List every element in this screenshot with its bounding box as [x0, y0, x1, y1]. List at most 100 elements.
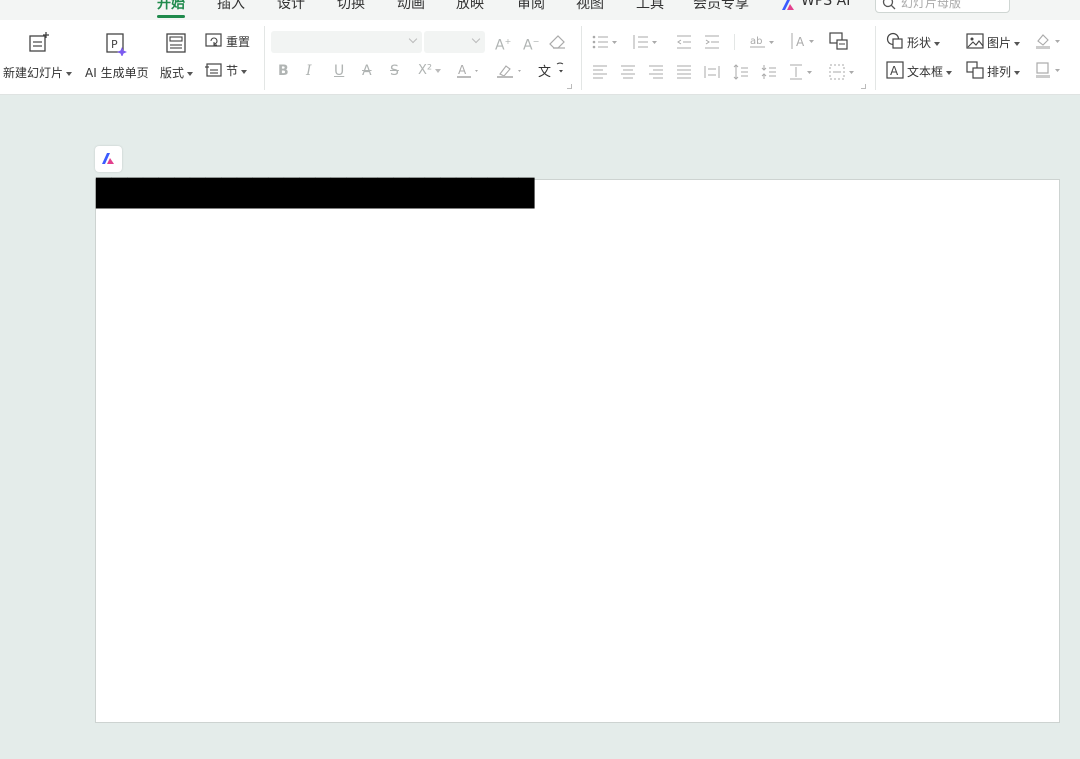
textbox-icon: A [886, 61, 904, 79]
new-slide-label: 新建幻灯片 [3, 66, 64, 80]
chevron-down-icon [1014, 41, 1021, 46]
strikethrough-button[interactable]: A [362, 63, 372, 79]
svg-text:文: 文 [538, 65, 551, 80]
svg-text:A: A [890, 64, 899, 78]
arrange-icon [966, 61, 984, 79]
text-box-margins-icon [829, 64, 854, 80]
fill-button[interactable] [1035, 32, 1067, 52]
outline-button[interactable] [1035, 61, 1067, 81]
align-center-icon[interactable] [620, 65, 636, 79]
picture-icon [966, 33, 984, 49]
outline-icon [1036, 62, 1060, 78]
slide-canvas[interactable]: ████████████████████████████ [95, 179, 1060, 723]
tab-member[interactable]: 会员专享 [693, 0, 749, 13]
text-box-margins-button[interactable] [829, 64, 859, 80]
tab-tools[interactable]: 工具 [636, 0, 664, 13]
ai-single-page-button[interactable]: P AI 生成单页 [84, 28, 154, 88]
reset-button[interactable]: 重置 [205, 32, 255, 52]
bold-button[interactable]: B [278, 63, 289, 79]
highlight-button[interactable] [497, 63, 525, 79]
tab-design[interactable]: 设计 [277, 0, 305, 13]
ai-assistant-button[interactable] [95, 146, 122, 172]
underline-button[interactable]: U [334, 63, 344, 79]
tab-review[interactable]: 审阅 [517, 0, 545, 13]
chevron-down-icon [934, 41, 941, 46]
spacing-options-icon [790, 64, 812, 80]
ai-single-page-label: AI 生成单页 [85, 66, 149, 80]
ribbon-divider [264, 26, 265, 90]
section-icon [205, 63, 222, 77]
chevron-down-icon [1014, 70, 1021, 75]
slide-title-placeholder[interactable]: ████████████████████████████ [96, 180, 534, 209]
chevron-down-icon [241, 69, 248, 74]
font-color-icon: A [457, 63, 478, 78]
textbox-button[interactable]: A 文本框 [886, 61, 958, 81]
distribute-icon[interactable] [704, 65, 720, 79]
clear-format-icon[interactable] [549, 34, 567, 50]
section-button[interactable]: 节 [205, 61, 255, 81]
line-spacing-icon[interactable] [733, 64, 749, 80]
search-icon [882, 0, 896, 10]
active-tab-indicator [157, 15, 185, 18]
svg-text:ab: ab [750, 36, 762, 47]
paragraph-spacing-icon[interactable] [761, 64, 777, 80]
numbered-list-button[interactable] [632, 34, 662, 50]
shape-label: 形状 [907, 36, 932, 50]
layout-button[interactable]: 版式 [158, 28, 196, 88]
new-slide-button[interactable]: 新建幻灯片 [0, 28, 78, 88]
bullet-list-button[interactable] [592, 34, 622, 50]
text-align-vertical-button[interactable]: A [789, 32, 819, 50]
tab-insert[interactable]: 插入 [217, 0, 245, 13]
italic-button[interactable]: I [306, 63, 312, 79]
font-family-combo[interactable] [271, 31, 422, 53]
increase-indent-icon[interactable] [704, 34, 720, 50]
paragraph-dialog-launcher[interactable] [861, 84, 866, 89]
shape-button[interactable]: 形状 [886, 32, 946, 52]
svg-text:A: A [796, 35, 805, 49]
arrange-label: 排列 [987, 65, 1012, 79]
justify-icon[interactable] [676, 65, 692, 79]
text-direction-icon: ab [750, 36, 774, 48]
highlight-icon [497, 65, 521, 78]
chevron-down-icon [435, 68, 442, 73]
align-right-icon[interactable] [648, 65, 664, 79]
text-align-vertical-icon: A [791, 33, 814, 49]
text-direction-button[interactable]: ab [749, 34, 779, 50]
tab-home[interactable]: 开始 [157, 0, 185, 13]
ribbon-divider [581, 26, 582, 90]
font-size-combo[interactable] [424, 31, 485, 53]
superscript-label: X² [418, 63, 433, 78]
font-color-button[interactable]: A [457, 63, 481, 79]
textbox-label: 文本框 [907, 65, 944, 79]
phonetic-guide-button[interactable]: 文 [537, 62, 567, 80]
chevron-down-icon [187, 71, 194, 76]
spacing-options-button[interactable] [789, 64, 817, 80]
ribbon-divider [734, 34, 735, 50]
new-slide-icon [28, 32, 50, 54]
font-dialog-launcher[interactable] [567, 84, 572, 89]
tab-slideshow[interactable]: 放映 [456, 0, 484, 13]
ribbon-tab-bar: 开始 插入 设计 切换 动画 放映 审阅 视图 工具 会员专享 WPS AI 幻… [0, 0, 1080, 20]
align-left-icon[interactable] [592, 65, 608, 79]
decrease-indent-icon[interactable] [676, 34, 692, 50]
tab-transition[interactable]: 切换 [337, 0, 365, 13]
shadow-button[interactable]: S [390, 63, 399, 79]
ribbon-divider [875, 26, 876, 90]
layout-icon [166, 33, 186, 53]
ribbon-toolbar: 新建幻灯片 P AI 生成单页 版式 重置 节 A+ A− B I U A S … [0, 20, 1080, 95]
tab-animation[interactable]: 动画 [397, 0, 425, 13]
decrease-font-icon[interactable]: A− [523, 34, 539, 54]
convert-smartart-icon[interactable] [829, 32, 849, 50]
chevron-down-icon [946, 70, 953, 75]
increase-font-icon[interactable]: A+ [495, 34, 511, 54]
arrange-button[interactable]: 排列 [966, 61, 1026, 81]
superscript-button[interactable]: X² [418, 63, 442, 79]
search-input[interactable]: 幻灯片母版 [875, 0, 1010, 13]
tab-view[interactable]: 视图 [576, 0, 604, 13]
picture-label: 图片 [987, 36, 1012, 50]
picture-button[interactable]: 图片 [966, 32, 1026, 52]
tab-wps-ai[interactable]: WPS AI [801, 0, 850, 9]
fill-icon [1036, 34, 1060, 49]
section-label: 节 [226, 64, 239, 78]
wps-ai-logo-icon [780, 0, 796, 15]
